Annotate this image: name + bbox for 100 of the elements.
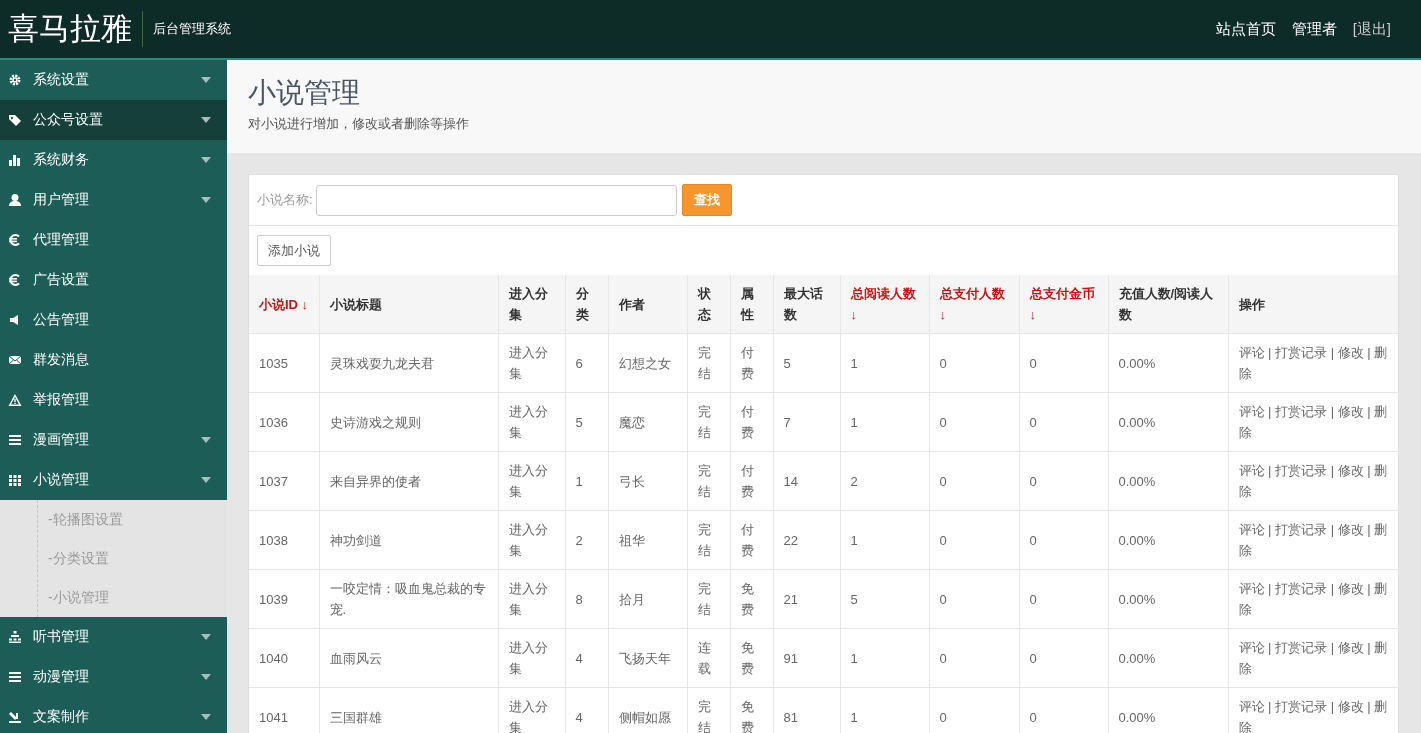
sidebar-item[interactable]: 文案制作 <box>0 697 227 733</box>
table-cell: 1037 <box>249 451 319 511</box>
table-cell: 1 <box>840 392 929 452</box>
user-icon <box>8 193 22 207</box>
table-cell: 完结 <box>687 333 730 393</box>
table-cell: 拾月 <box>608 569 687 629</box>
warning-icon <box>8 393 22 407</box>
grid-icon <box>8 473 22 487</box>
table-cell: 0.00% <box>1108 569 1228 629</box>
sidebar-item[interactable]: 广告设置 <box>0 260 227 300</box>
table-cell: 来自异界的使者 <box>319 451 498 511</box>
table-cell[interactable]: 进入分集 <box>498 510 565 570</box>
sidebar-item[interactable]: 系统财务 <box>0 140 227 180</box>
table-cell[interactable]: 进入分集 <box>498 392 565 452</box>
column-header: 分类 <box>565 275 608 334</box>
column-header[interactable]: 总支付金币 ↓ <box>1019 275 1108 334</box>
table-cell: 21 <box>773 569 840 629</box>
sitemap-icon <box>8 630 22 644</box>
sidebar-item[interactable]: 公众号设置 <box>0 100 227 140</box>
sidebar-item[interactable]: 动漫管理 <box>0 657 227 697</box>
column-header: 充值人数/阅读人数 <box>1108 275 1228 334</box>
table-cell: 1035 <box>249 333 319 393</box>
page-title: 小说管理 <box>248 76 361 110</box>
table-cell[interactable]: 进入分集 <box>498 628 565 688</box>
table-cell: 付费 <box>730 392 773 452</box>
column-header: 操作 <box>1228 275 1398 334</box>
table-cell[interactable]: 进入分集 <box>498 451 565 511</box>
table-cell: 0.00% <box>1108 510 1228 570</box>
table-cell: 0 <box>1019 510 1108 570</box>
table-cell: 0 <box>1019 451 1108 511</box>
sidebar-item[interactable]: 漫画管理 <box>0 420 227 460</box>
header-link[interactable]: 站点首页 <box>1215 19 1276 39</box>
table-cell: 神功剑道 <box>319 510 498 570</box>
table-cell: 6 <box>565 333 608 393</box>
table-cell: 完结 <box>687 510 730 570</box>
sidebar-item[interactable]: 举报管理 <box>0 380 227 420</box>
table-cell: 5 <box>773 333 840 393</box>
table-cell: 0.00% <box>1108 628 1228 688</box>
table-cell: 1 <box>840 510 929 570</box>
table-cell[interactable]: 进入分集 <box>498 569 565 629</box>
logo-text: 喜马拉雅 <box>7 10 133 48</box>
sidebar-item[interactable]: 群发消息 <box>0 340 227 380</box>
page-description: 对小说进行增加，修改或者删除等操作 <box>248 115 470 133</box>
sidebar-item[interactable]: 听书管理 <box>0 617 227 657</box>
sidebar-item[interactable]: 系统设置 <box>0 60 227 100</box>
table-cell: 91 <box>773 628 840 688</box>
table-cell: 付费 <box>730 333 773 393</box>
table-cell: 8 <box>565 569 608 629</box>
table-cell: 0 <box>1019 333 1108 393</box>
table-cell: 一咬定情：吸血鬼总裁的专宠. <box>319 569 498 629</box>
table-cell: 飞扬天年 <box>608 628 687 688</box>
sidebar-item[interactable]: 小说管理 <box>0 460 227 500</box>
column-header: 进入分集 <box>498 275 565 334</box>
table-cell: 1036 <box>249 392 319 452</box>
sidebar-item[interactable]: 代理管理 <box>0 220 227 260</box>
system-subtitle: 后台管理系统 <box>152 20 231 38</box>
header-link[interactable]: 管理者 <box>1291 19 1337 39</box>
search-field[interactable] <box>315 184 677 216</box>
search-label: 小说名称: <box>257 191 313 209</box>
table-cell: 1038 <box>249 510 319 570</box>
table-cell: 连载 <box>687 628 730 688</box>
column-header[interactable]: 总支付人数 ↓ <box>929 275 1019 334</box>
table-cell: 灵珠戏耍九龙夫君 <box>319 333 498 393</box>
table-cell: 0 <box>929 451 1019 511</box>
table-cell: 0 <box>1019 628 1108 688</box>
table-cell: 付费 <box>730 510 773 570</box>
header-link[interactable]: [退出] <box>1352 19 1391 39</box>
table-cell: 14 <box>773 451 840 511</box>
table-cell: 魔恋 <box>608 392 687 452</box>
euro-icon <box>8 233 22 247</box>
table-cell: 1040 <box>249 628 319 688</box>
table-cell: 5 <box>565 392 608 452</box>
column-header: 属性 <box>730 275 773 334</box>
table-cell[interactable]: 进入分集 <box>498 333 565 393</box>
table-cell: 完结 <box>687 569 730 629</box>
euro-icon <box>8 273 22 287</box>
table-cell: 幻想之女 <box>608 333 687 393</box>
table-cell: 祖华 <box>608 510 687 570</box>
table-cell: 0 <box>929 569 1019 629</box>
table-cell: 史诗游戏之规则 <box>319 392 498 452</box>
table-cell: 付费 <box>730 451 773 511</box>
table-cell: 血雨风云 <box>319 628 498 688</box>
table-cell: 0 <box>929 333 1019 393</box>
table-cell: 5 <box>840 569 929 629</box>
add-novel-button[interactable]: 添加小说 <box>257 235 331 266</box>
sidebar-item[interactable]: 用户管理 <box>0 180 227 220</box>
table-cell: 0 <box>929 628 1019 688</box>
column-header[interactable]: 小说ID ↓ <box>249 275 319 334</box>
table-cell: 1 <box>840 628 929 688</box>
table-cell: 弓长 <box>608 451 687 511</box>
column-header[interactable]: 总阅读人数 ↓ <box>840 275 929 334</box>
table-cell: 7 <box>773 392 840 452</box>
column-header: 小说标题 <box>319 275 498 334</box>
table-cell: 2 <box>565 510 608 570</box>
column-header: 作者 <box>608 275 687 334</box>
table-cell: 0.00% <box>1108 451 1228 511</box>
bar-chart-icon <box>8 153 22 167</box>
table-cell: 2 <box>840 451 929 511</box>
table-cell: 1039 <box>249 569 319 629</box>
sidebar-item[interactable]: 公告管理 <box>0 300 227 340</box>
